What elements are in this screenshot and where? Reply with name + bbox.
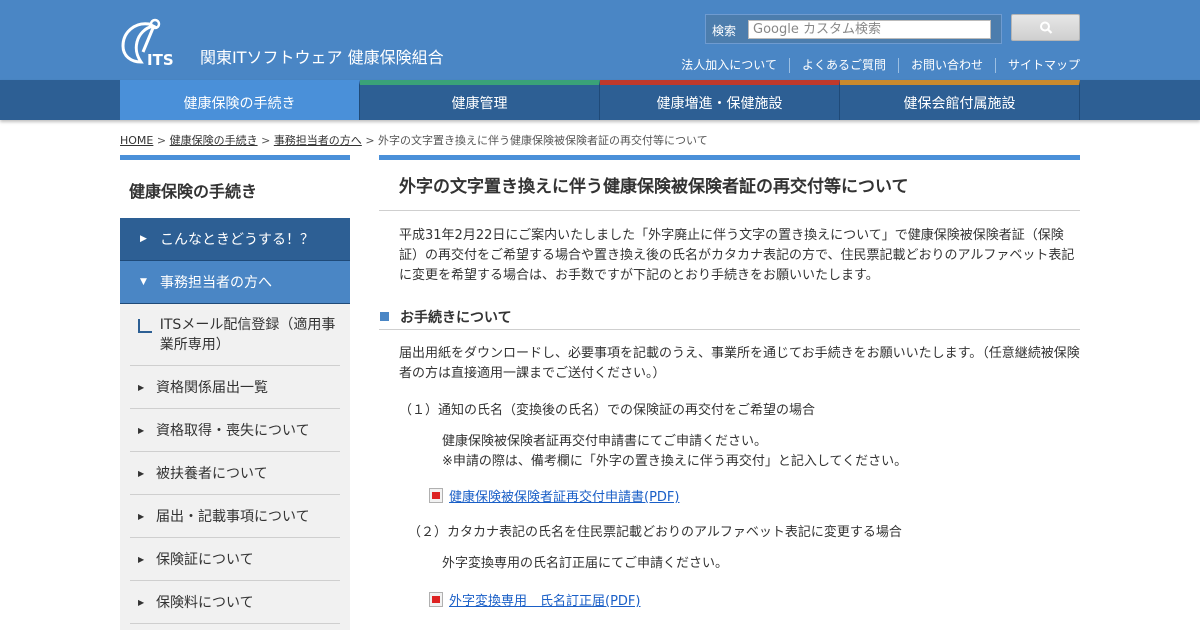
pdf-link-row: 外字変換専用 氏名訂正届(PDF)	[429, 590, 1080, 609]
sidebar-subitem-label: ITSメール配信登録（適用事業所専用）	[159, 317, 336, 353]
item-body-alphabet: 外字変換専用の氏名訂正届にてご申請ください。	[442, 554, 1080, 574]
section-heading-text: お手続きについて	[400, 310, 512, 326]
sidebar-subitem-mail-registration[interactable]: ITSメール配信登録（適用事業所専用）	[130, 304, 340, 366]
breadcrumb-procedures[interactable]: 健康保険の手続き	[170, 134, 258, 147]
util-link-sitemap[interactable]: サイトマップ	[994, 58, 1080, 73]
breadcrumb-separator: >	[156, 134, 167, 147]
pdf-link-reissue-application[interactable]: 健康保険被保険者証再交付申請書(PDF)	[449, 486, 679, 505]
item-body-reissue: 健康保険被保険者証再交付申請書にてご申請ください。 ※申請の際は、備考欄に「外字…	[442, 432, 1080, 472]
search-input[interactable]	[748, 20, 991, 39]
pdf-icon	[429, 488, 443, 503]
gnav-item-procedures[interactable]: 健康保険の手続き	[120, 80, 360, 120]
section-heading: お手続きについて	[379, 307, 1080, 330]
sidebar-subitem-label: 被扶養者について	[156, 466, 268, 482]
utility-links: 法人加入について よくあるご質問 お問い合わせ サイトマップ	[669, 58, 1080, 73]
breadcrumb-current: 外字の文字置き換えに伴う健康保険被保険者証の再交付等について	[378, 134, 708, 147]
corner-bracket-icon	[138, 319, 152, 333]
util-link-faq[interactable]: よくあるご質問	[788, 58, 898, 73]
its-logo[interactable]: ITS	[119, 18, 189, 66]
square-bullet-icon	[380, 312, 389, 321]
util-link-corporate[interactable]: 法人加入について	[669, 58, 789, 73]
sidebar-subitem-forms-list[interactable]: ▶ 資格関係届出一覧	[130, 366, 340, 409]
sidebar-item-what-to-do[interactable]: ▶ こんなときどうする！？	[120, 218, 350, 261]
item-body-line: 外字変換専用の氏名訂正届にてご申請ください。	[442, 556, 729, 571]
caret-right-icon: ▶	[140, 234, 147, 244]
site-name[interactable]: 関東ITソフトウェア 健康保険組合	[200, 44, 444, 68]
gnav-item-health-promotion[interactable]: 健康増進・保健施設	[600, 80, 840, 120]
caret-right-icon: ▶	[138, 468, 145, 478]
breadcrumb-separator: >	[261, 134, 271, 147]
global-nav: 健康保険の手続き 健康管理 健康増進・保健施設 健保会館付属施設	[0, 80, 1200, 120]
sidebar-submenu: ITSメール配信登録（適用事業所専用） ▶ 資格関係届出一覧 ▶ 資格取得・喪失…	[120, 304, 350, 624]
gnav-item-health-management[interactable]: 健康管理	[360, 80, 600, 120]
caret-right-icon: ▶	[138, 382, 145, 392]
sidebar-subitem-label: 保険料について	[156, 595, 254, 611]
gnav-label: 健康管理	[451, 95, 508, 112]
caret-down-icon: ▼	[140, 277, 147, 287]
breadcrumb-separator: >	[365, 134, 375, 147]
sidebar-subitem-label: 資格関係届出一覧	[156, 380, 268, 396]
pdf-icon	[429, 592, 443, 607]
sidebar-subitem-insurance-card[interactable]: ▶ 保険証について	[130, 538, 340, 581]
sidebar-item-staff[interactable]: ▼ 事務担当者の方へ	[120, 261, 350, 304]
breadcrumb: HOME > 健康保険の手続き > 事務担当者の方へ > 外字の文字置き換えに伴…	[120, 132, 708, 148]
section-body: 届出用紙をダウンロードし、必要事項を記載のうえ、事業所を通じてお手続きをお願いい…	[399, 344, 1080, 609]
util-link-contact[interactable]: お問い合わせ	[897, 58, 995, 73]
sidebar-subitem-label: 保険証について	[156, 552, 254, 568]
sidebar-title: 健康保険の手続き	[120, 160, 350, 218]
caret-right-icon: ▶	[138, 554, 145, 564]
main-content: 外字の文字置き換えに伴う健康保険被保険者証の再交付等について 平成31年2月22…	[379, 155, 1080, 630]
pdf-link-name-correction[interactable]: 外字変換専用 氏名訂正届(PDF)	[449, 590, 640, 609]
gnav-label: 健康増進・保健施設	[656, 95, 783, 112]
caret-right-icon: ▶	[138, 425, 145, 435]
breadcrumb-staff[interactable]: 事務担当者の方へ	[274, 134, 362, 147]
sidebar-subitem-notifications[interactable]: ▶ 届出・記載事項について	[130, 495, 340, 538]
item-body-line: 健康保険被保険者証再交付申請書にてご申請ください。	[442, 434, 768, 449]
search-icon	[1040, 21, 1053, 34]
sidebar-subitem-label: 資格取得・喪失について	[156, 423, 310, 439]
sidebar-subitem-label: 届出・記載事項について	[156, 509, 310, 525]
gnav-label: 健保会館付属施設	[903, 95, 1016, 112]
section-text: 届出用紙をダウンロードし、必要事項を記載のうえ、事業所を通じてお手続きをお願いい…	[399, 346, 1080, 381]
logo-text: ITS	[147, 51, 174, 66]
intro-text: 平成31年2月22日にご案内いたしました「外字廃止に伴う文字の置き換えについて」…	[399, 228, 1075, 283]
gnav-label: 健康保険の手続き	[183, 95, 296, 112]
sidebar-item-label: こんなときどうする！？	[160, 232, 314, 248]
sidebar-subitem-premiums[interactable]: ▶ 保険料について	[130, 581, 340, 624]
site-header: ITS 関東ITソフトウェア 健康保険組合 検索 法人加入について よくあるご質…	[0, 0, 1200, 80]
item-body-line: ※申請の際は、備考欄に「外字の置き換えに伴う再交付」と記入してください。	[442, 454, 908, 469]
page-title: 外字の文字置き換えに伴う健康保険被保険者証の再交付等について	[399, 177, 909, 197]
caret-right-icon: ▶	[138, 597, 145, 607]
sidebar-subitem-acquisition-loss[interactable]: ▶ 資格取得・喪失について	[130, 409, 340, 452]
title-bar: 外字の文字置き換えに伴う健康保険被保険者証の再交付等について	[379, 155, 1080, 211]
item-heading-reissue: （１）通知の氏名（変換後の氏名）での保険証の再交付をご希望の場合	[399, 403, 816, 418]
search-box: 検索	[705, 14, 1002, 44]
item-heading-alphabet: （２）カタカナ表記の氏名を住民票記載どおりのアルファベット表記に変更する場合	[408, 525, 902, 540]
caret-right-icon: ▶	[138, 511, 145, 521]
search-label: 検索	[712, 24, 737, 38]
breadcrumb-home[interactable]: HOME	[120, 134, 153, 147]
sidebar: 健康保険の手続き ▶ こんなときどうする！？ ▼ 事務担当者の方へ ITSメール…	[120, 155, 350, 630]
sidebar-subitem-dependents[interactable]: ▶ 被扶養者について	[130, 452, 340, 495]
pdf-link-row: 健康保険被保険者証再交付申請書(PDF)	[429, 486, 1080, 505]
search-button[interactable]	[1011, 14, 1080, 41]
sidebar-item-label: 事務担当者の方へ	[160, 275, 272, 291]
gnav-item-facilities[interactable]: 健保会館付属施設	[840, 80, 1080, 120]
